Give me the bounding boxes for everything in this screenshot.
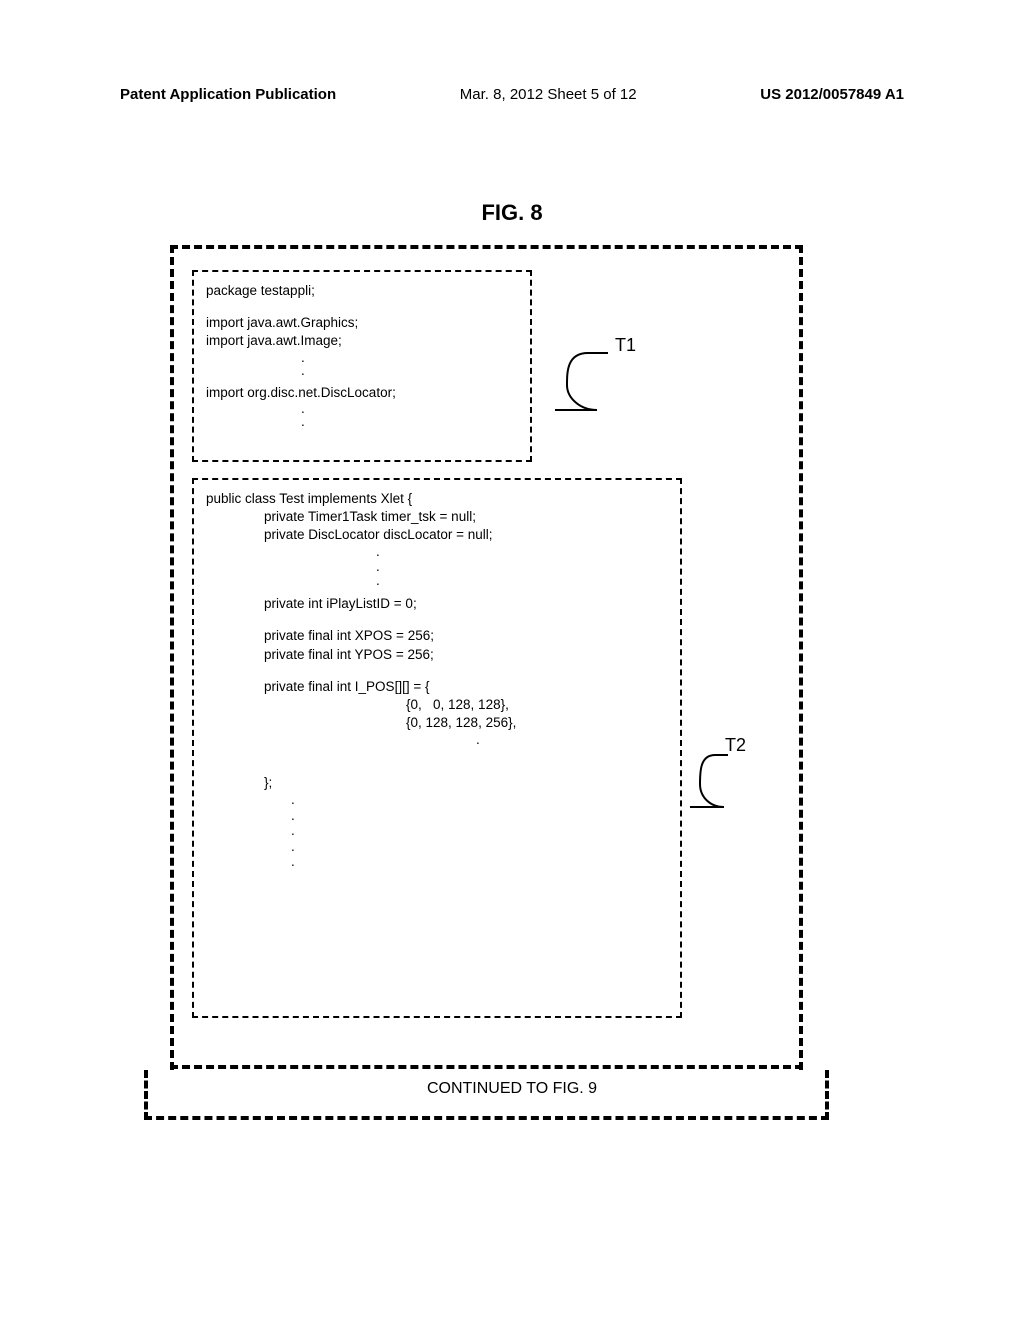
code-block-t2: public class Test implements Xlet { priv… — [192, 478, 682, 1018]
code-line: import java.awt.Graphics; — [206, 314, 518, 332]
ellipsis-dot: . — [291, 792, 668, 808]
ellipsis-dot: . — [476, 733, 668, 747]
continued-label: CONTINUED TO FIG. 9 — [0, 1080, 1024, 1098]
code-line: public class Test implements Xlet { — [206, 490, 668, 508]
code-line: }; — [264, 774, 668, 792]
ellipsis-dot: . — [301, 364, 518, 378]
ellipsis-dot: . — [376, 574, 668, 589]
code-line: private final int YPOS = 256; — [264, 646, 668, 664]
label-t1: T1 — [615, 335, 636, 356]
connector-curve-t1 — [555, 350, 610, 415]
code-line: {0, 128, 128, 256}, — [406, 714, 668, 732]
code-line: private int iPlayListID = 0; — [264, 595, 668, 613]
ellipsis-dot: . — [291, 808, 668, 824]
code-line: private final int XPOS = 256; — [264, 627, 668, 645]
outer-dashed-divider — [170, 1065, 803, 1069]
ellipsis-dot: . — [291, 823, 668, 839]
header-left: Patent Application Publication — [120, 86, 336, 103]
figure-title: FIG. 8 — [0, 200, 1024, 226]
header-center: Mar. 8, 2012 Sheet 5 of 12 — [460, 86, 637, 103]
ellipsis-dot: . — [301, 402, 518, 416]
header-right: US 2012/0057849 A1 — [760, 86, 904, 103]
page-header: Patent Application Publication Mar. 8, 2… — [0, 86, 1024, 103]
ellipsis-dot: . — [376, 560, 668, 575]
code-line: private Timer1Task timer_tsk = null; — [264, 508, 668, 526]
code-line: package testappli; — [206, 282, 518, 300]
connector-curve-t2 — [690, 752, 730, 812]
ellipsis-dot: . — [376, 545, 668, 560]
code-line: import org.disc.net.DiscLocator; — [206, 384, 518, 402]
code-line: {0, 0, 128, 128}, — [406, 696, 668, 714]
ellipsis-dot: . — [291, 854, 668, 870]
code-block-t1: package testappli; import java.awt.Graph… — [192, 270, 532, 462]
ellipsis-dot: . — [291, 839, 668, 855]
ellipsis-dot: . — [301, 415, 518, 429]
ellipsis-dot: . — [301, 351, 518, 365]
code-line: private final int I_POS[][] = { — [264, 678, 668, 696]
code-line: private DiscLocator discLocator = null; — [264, 526, 668, 544]
code-line: import java.awt.Image; — [206, 332, 518, 350]
